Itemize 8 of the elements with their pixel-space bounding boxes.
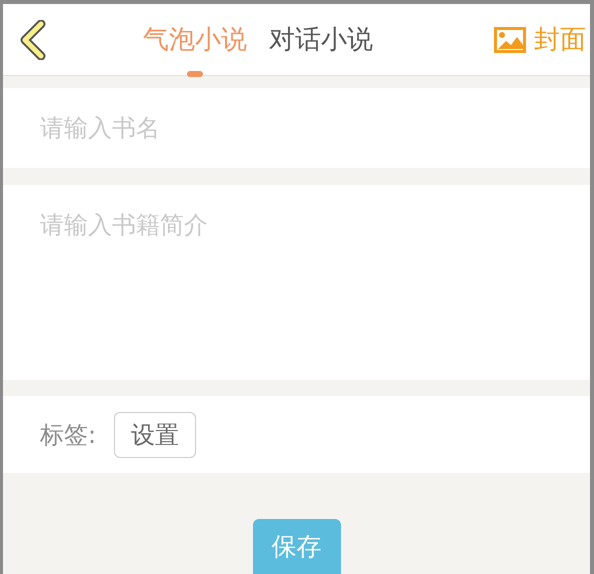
image-icon [494,26,526,52]
cover-button[interactable]: 封面 [494,22,586,57]
tab[interactable]: 对话小说 [269,22,373,57]
tab-indicator [187,71,203,77]
tag-label: 标签: [40,420,96,450]
tag-settings-button[interactable]: 设置 [114,412,196,458]
tab[interactable]: 气泡小说 [143,22,247,57]
save-button[interactable]: 保存 [252,519,340,574]
